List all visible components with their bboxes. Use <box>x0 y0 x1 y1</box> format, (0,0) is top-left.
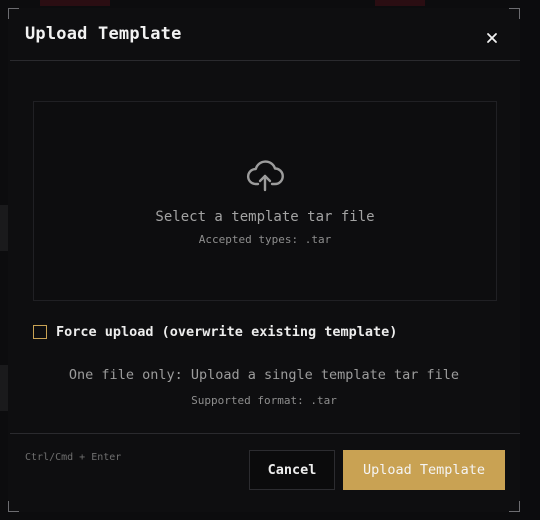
upload-template-dialog: Upload Template Select a template tar fi… <box>8 8 520 512</box>
single-file-info: One file only: Upload a single template … <box>68 367 460 383</box>
backdrop-edge <box>0 205 8 251</box>
corner-bracket <box>509 501 520 512</box>
dropzone-accepted-types: Accepted types: .tar <box>198 233 332 246</box>
force-upload-label: Force upload (overwrite existing templat… <box>56 324 398 340</box>
cloud-upload-icon <box>247 160 284 192</box>
corner-bracket <box>8 8 19 19</box>
corner-bracket <box>8 501 19 512</box>
corner-bracket <box>509 8 520 19</box>
force-upload-checkbox[interactable] <box>33 325 47 339</box>
header-divider <box>10 60 520 61</box>
close-button[interactable] <box>483 29 501 47</box>
footer-divider <box>10 433 520 434</box>
supported-format-info: Supported format: .tar <box>191 394 337 407</box>
dialog-title: Upload Template <box>25 24 182 44</box>
close-icon <box>487 33 497 43</box>
force-upload-option[interactable]: Force upload (overwrite existing templat… <box>33 324 397 340</box>
backdrop-edge <box>0 365 8 411</box>
backdrop-accent <box>375 0 425 6</box>
upload-template-button[interactable]: Upload Template <box>343 450 505 490</box>
dropzone-primary-text: Select a template tar file <box>155 209 375 225</box>
file-dropzone[interactable]: Select a template tar file Accepted type… <box>33 101 497 301</box>
backdrop-accent <box>40 0 110 6</box>
cancel-button[interactable]: Cancel <box>249 450 335 490</box>
keyboard-shortcut-hint: Ctrl/Cmd + Enter <box>25 452 122 463</box>
